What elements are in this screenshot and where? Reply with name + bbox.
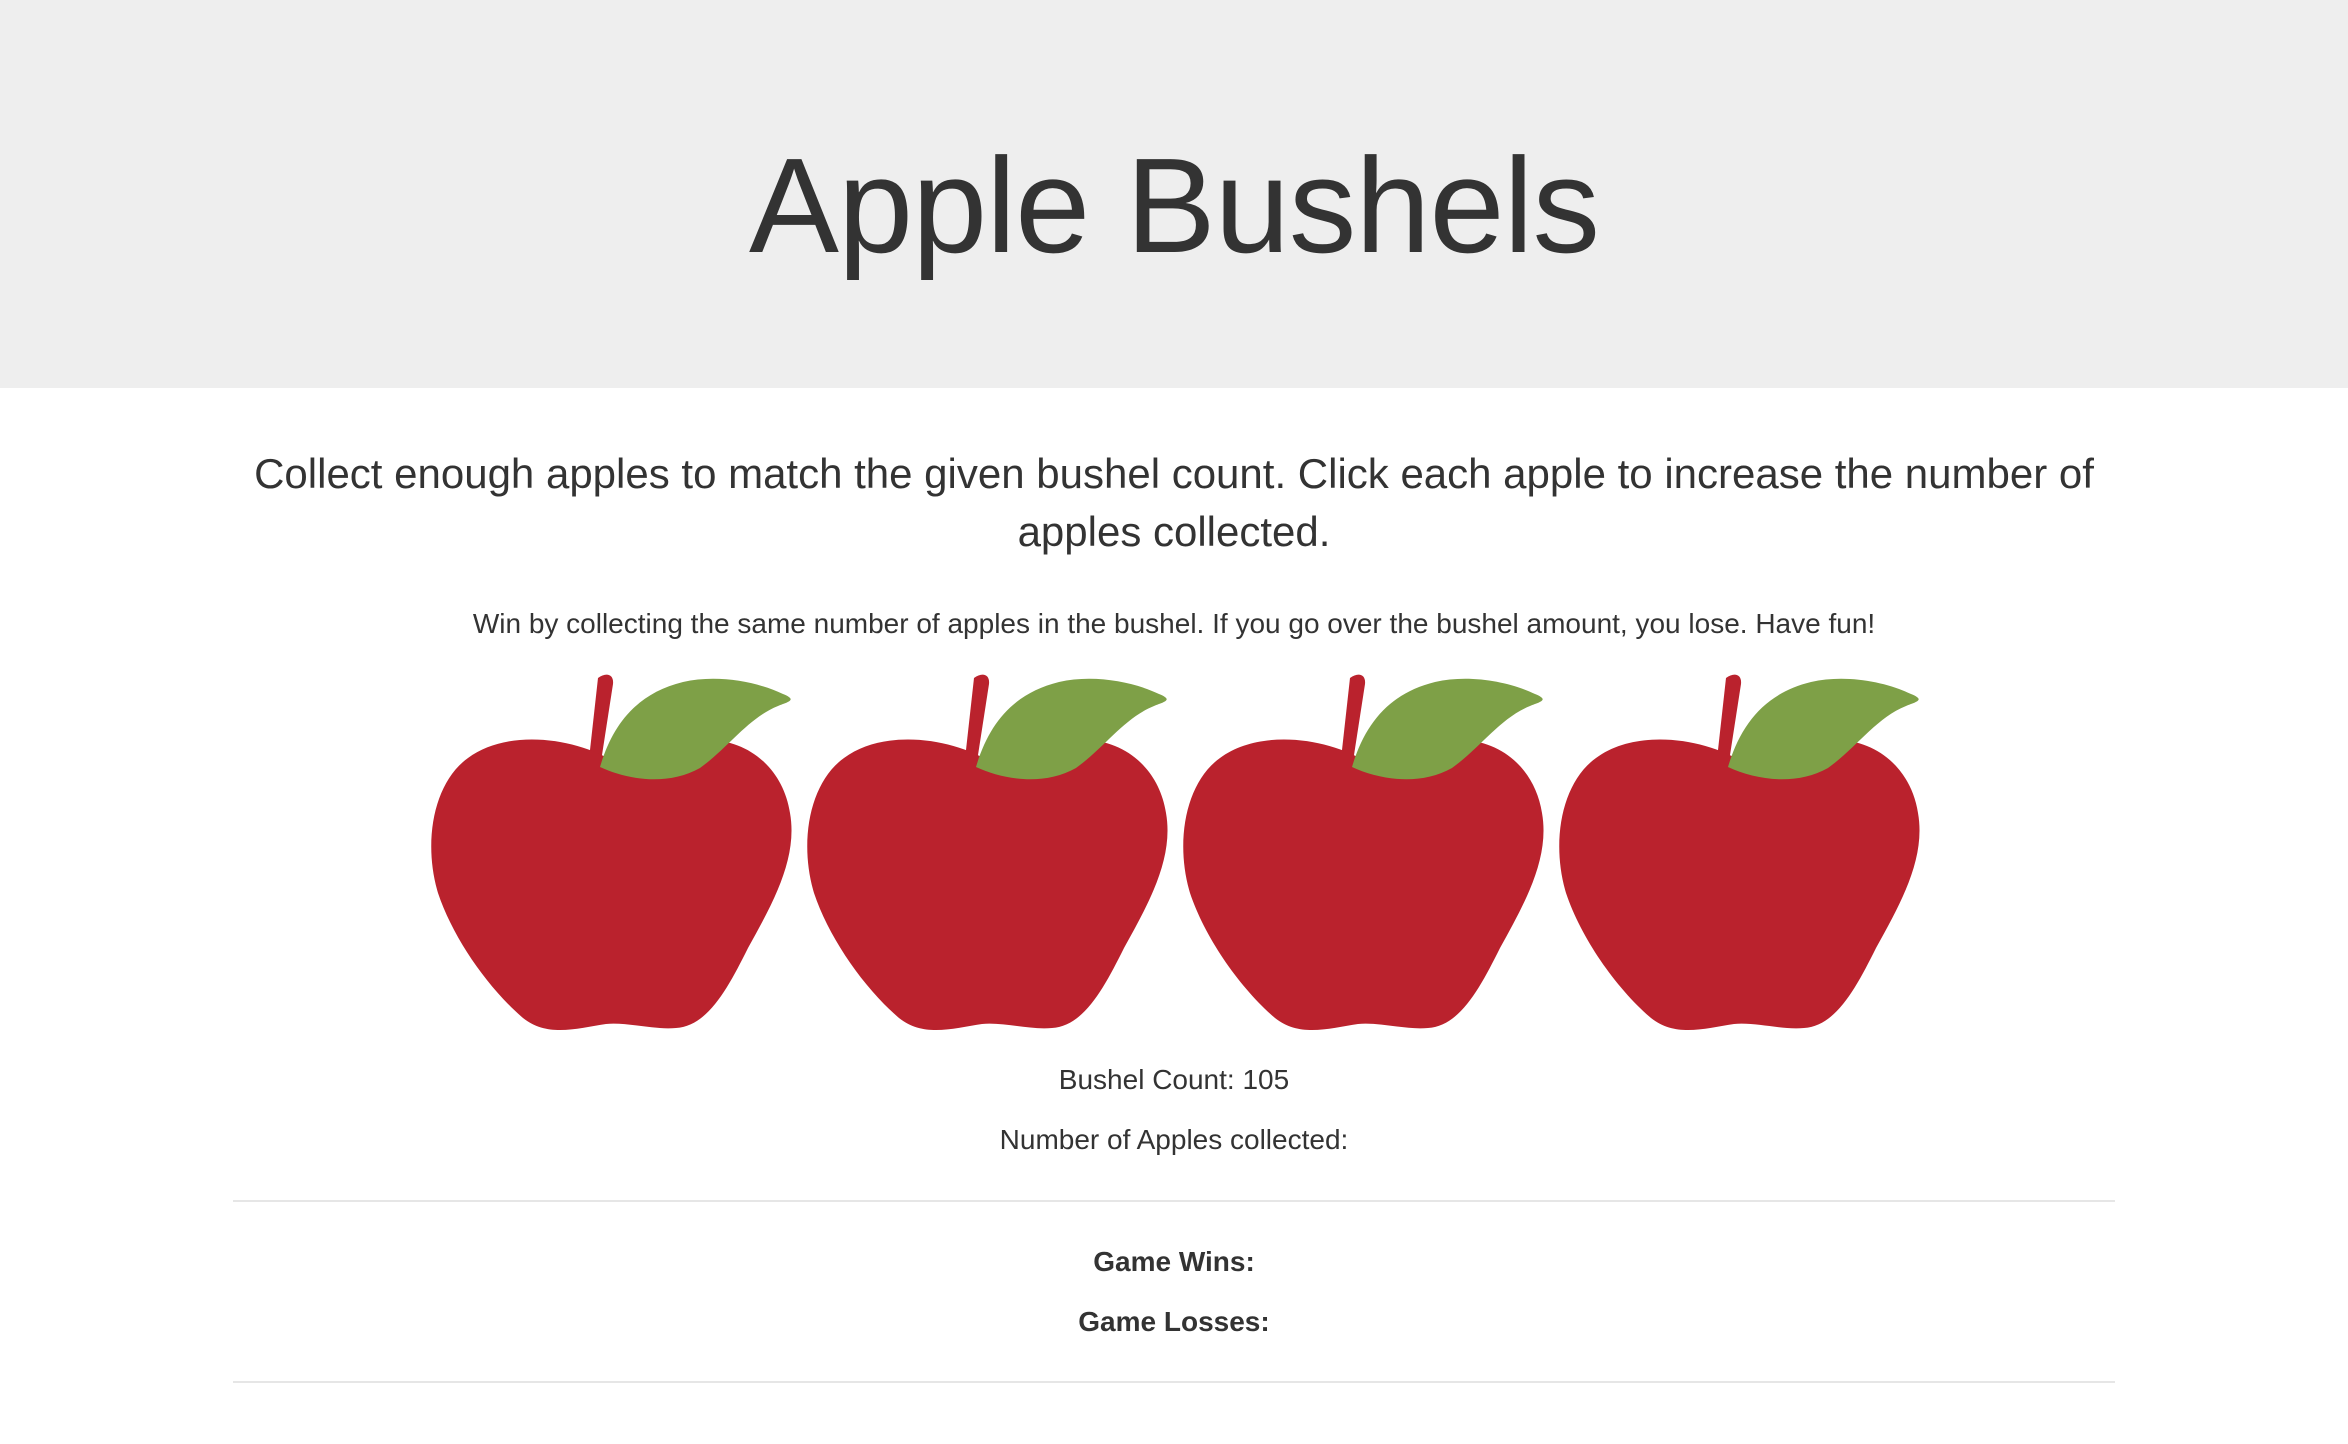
game-rules: Win by collecting the same number of app… [472,608,1876,639]
apples-collected: Number of Apples collected: [999,1124,1349,1155]
apple-button-3[interactable] [1180,668,1556,1038]
divider-bottom [233,1381,2115,1383]
apple-icon [804,668,1180,1038]
apple-button-2[interactable] [804,668,1180,1038]
game-wins: Game Wins: [1093,1246,1255,1277]
divider-top [233,1200,2115,1202]
apple-button-1[interactable] [428,668,804,1038]
page-title: Apple Bushels [748,130,1600,281]
apple-button-4[interactable] [1556,668,1932,1038]
header-banner: Apple Bushels [0,0,2348,388]
apple-icon [428,668,804,1038]
game-losses: Game Losses: [1078,1306,1270,1337]
game-instructions: Collect enough apples to match the given… [254,450,2094,555]
apple-row [428,668,1940,1038]
bushel-count: Bushel Count: 105 [1058,1064,1290,1095]
apple-icon [1180,668,1556,1038]
apple-icon [1556,668,1932,1038]
